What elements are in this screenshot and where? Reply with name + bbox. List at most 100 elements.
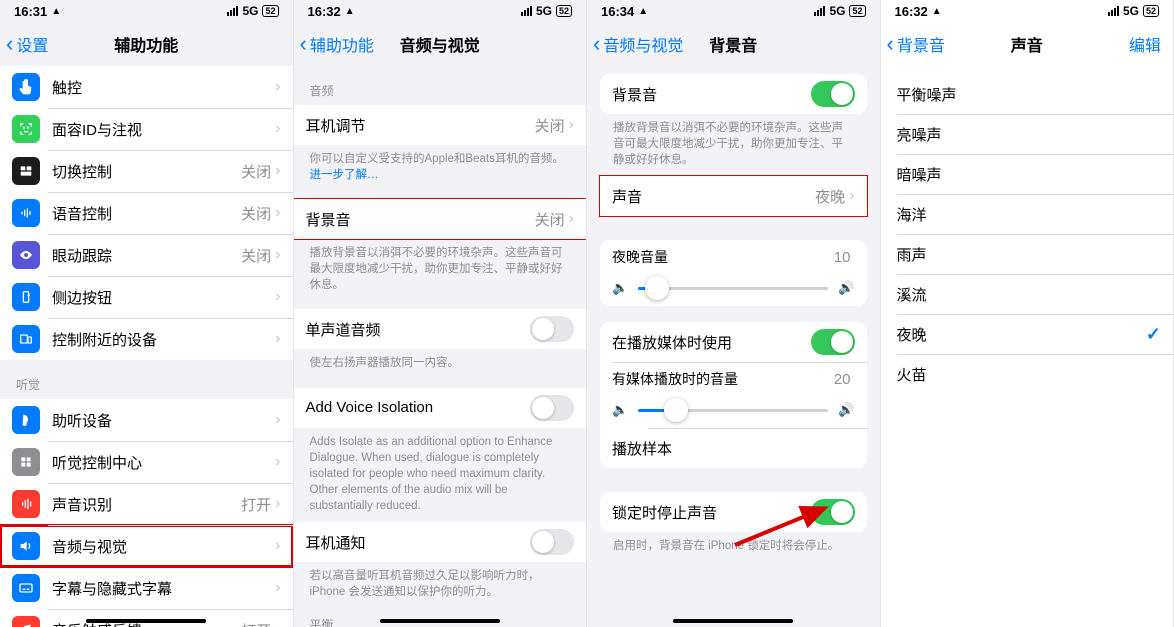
row-subtitles[interactable]: 字幕与隐藏式字幕 › <box>0 567 293 609</box>
home-indicator[interactable] <box>673 619 793 623</box>
sound-option-label: 平衡噪声 <box>897 84 1162 105</box>
edit-button[interactable]: 编辑 <box>1129 32 1161 56</box>
screen-sound-picker: 16:32 ▲ 5G 52 ‹ 背景音 声音 编辑 平衡噪声亮噪声暗噪声海洋雨声… <box>881 0 1174 627</box>
row-hearing-devices[interactable]: 助听设备 › <box>0 399 293 441</box>
media-volume-slider[interactable]: 🔈 🔊 <box>612 402 855 418</box>
chevron-left-icon: ‹ <box>300 33 307 55</box>
row-sound-recognition[interactable]: 声音识别 打开 › <box>0 483 293 525</box>
page-title: 音频与视觉 <box>400 32 480 56</box>
sound-option[interactable]: 雨声 <box>881 234 1174 274</box>
side-button-icon <box>12 283 40 311</box>
bg-sounds-toggle[interactable] <box>811 81 855 107</box>
row-music-haptics[interactable]: 音乐触感反馈 打开 › <box>0 609 293 627</box>
nav-bar: ‹ 设置 辅助功能 <box>0 22 293 66</box>
signal-icon <box>227 6 238 16</box>
row-side-button[interactable]: 侧边按钮 › <box>0 276 293 318</box>
back-button[interactable]: ‹ 背景音 <box>881 32 945 56</box>
clock: 16:31 <box>14 4 47 19</box>
status-bar: 16:32 ▲ 5G 52 <box>881 0 1174 22</box>
row-touch[interactable]: 触控 › <box>0 66 293 108</box>
home-indicator[interactable] <box>380 619 500 623</box>
network-label: 5G <box>242 4 258 18</box>
back-button[interactable]: ‹ 音频与视觉 <box>587 32 683 56</box>
lock-desc: 启用时，背景音在 iPhone 锁定时将会停止。 <box>587 532 880 554</box>
sound-option[interactable]: 平衡噪声 <box>881 74 1174 114</box>
mono-desc: 使左右扬声器播放同一内容。 <box>294 349 587 371</box>
row-bg-toggle[interactable]: 背景音 <box>600 74 867 114</box>
row-audio-visual[interactable]: 音频与视觉 › <box>0 525 293 567</box>
sound-option-label: 暗噪声 <box>897 164 1162 185</box>
chevron-right-icon: › <box>275 78 280 96</box>
page-title: 背景音 <box>709 32 757 56</box>
switch-control-icon <box>12 157 40 185</box>
row-voice-control[interactable]: 语音控制 关闭 › <box>0 192 293 234</box>
chevron-left-icon: ‹ <box>6 33 13 55</box>
sound-option-label: 夜晚 <box>897 324 1146 345</box>
row-headphone-accom[interactable]: 耳机调节 关闭 › <box>294 105 587 145</box>
sound-option-label: 溪流 <box>897 284 1162 305</box>
page-title: 辅助功能 <box>114 32 178 56</box>
sound-option[interactable]: 亮噪声 <box>881 114 1174 154</box>
sound-list: 平衡噪声亮噪声暗噪声海洋雨声溪流夜晚✓ 火苗 <box>881 74 1174 394</box>
row-voice-isolation[interactable]: Add Voice Isolation <box>294 388 587 428</box>
audio-visual-icon <box>12 532 40 560</box>
sound-option[interactable]: 火苗 <box>881 354 1174 394</box>
nav-bar: ‹ 辅助功能 音频与视觉 <box>294 22 587 66</box>
voice-control-icon <box>12 199 40 227</box>
back-label: 设置 <box>16 32 48 56</box>
screen-audio-visual: 16:32 ▲ 5G 52 ‹ 辅助功能 音频与视觉 音频 耳机调节 关闭 › … <box>294 0 588 627</box>
back-button[interactable]: ‹ 设置 <box>0 32 48 56</box>
night-volume-slider[interactable]: 🔈 🔊 <box>612 280 855 296</box>
control-center-icon <box>12 448 40 476</box>
use-media-toggle[interactable] <box>811 329 855 355</box>
back-button[interactable]: ‹ 辅助功能 <box>294 32 374 56</box>
headphone-notif-desc: 若以高音量听耳机音频过久足以影响听力时，iPhone 会发送通知以保护你的听力。 <box>294 562 587 600</box>
row-use-with-media[interactable]: 在播放媒体时使用 <box>600 322 867 362</box>
touch-icon <box>12 73 40 101</box>
row-media-volume: 有媒体播放时的音量 20 <box>600 362 867 396</box>
row-background-sounds[interactable]: 背景音 关闭 › <box>294 199 587 239</box>
speaker-high-icon: 🔊 <box>838 402 854 418</box>
checkmark-icon: ✓ <box>1146 324 1161 345</box>
isolation-toggle[interactable] <box>530 395 574 421</box>
row-night-volume: 夜晚音量 10 <box>600 240 867 274</box>
nav-bar: ‹ 音频与视觉 背景音 <box>587 22 880 66</box>
screen-background-sounds: 16:34 ▲ 5G 52 ‹ 音频与视觉 背景音 背景音 播放背景音以消弭不必… <box>587 0 881 627</box>
learn-more-link[interactable]: 进一步了解… <box>310 169 379 181</box>
page-title: 声音 <box>1011 32 1043 56</box>
headphone-notif-toggle[interactable] <box>530 529 574 555</box>
section-hearing: 听觉 <box>0 360 293 399</box>
headphone-desc: 你可以自定义受支持的Apple和Beats耳机的音频。进一步了解… <box>294 145 587 183</box>
row-sound-choice[interactable]: 声音 夜晚 › <box>600 176 867 216</box>
sound-option[interactable]: 溪流 <box>881 274 1174 314</box>
row-nearby-devices[interactable]: 控制附近的设备 › <box>0 318 293 360</box>
home-indicator[interactable] <box>86 619 206 623</box>
row-headphone-notifications[interactable]: 耳机通知 <box>294 522 587 562</box>
battery-number: 52 <box>262 5 278 17</box>
stop-on-lock-toggle[interactable] <box>811 499 855 525</box>
sound-option[interactable]: 海洋 <box>881 194 1174 234</box>
status-bar: 16:32 ▲ 5G 52 <box>294 0 587 22</box>
sound-option-label: 雨声 <box>897 244 1162 265</box>
mono-toggle[interactable] <box>530 316 574 342</box>
status-bar: 16:31 ▲ 5G 52 <box>0 0 293 22</box>
sound-option[interactable]: 暗噪声 <box>881 154 1174 194</box>
section-audio: 音频 <box>294 66 587 105</box>
row-mono-audio[interactable]: 单声道音频 <box>294 309 587 349</box>
row-eye-tracking[interactable]: 眼动跟踪 关闭 › <box>0 234 293 276</box>
row-play-sample[interactable]: 播放样本 <box>600 428 867 468</box>
row-hearing-control[interactable]: 听觉控制中心 › <box>0 441 293 483</box>
chevron-left-icon: ‹ <box>887 33 894 55</box>
status-bar: 16:34 ▲ 5G 52 <box>587 0 880 22</box>
row-stop-on-lock[interactable]: 锁定时停止声音 <box>600 492 867 532</box>
sound-option-label: 亮噪声 <box>897 124 1162 145</box>
music-haptic-icon <box>12 616 40 627</box>
sound-option-label: 海洋 <box>897 204 1162 225</box>
row-switch-control[interactable]: 切换控制 关闭 › <box>0 150 293 192</box>
row-faceid[interactable]: 面容ID与注视 › <box>0 108 293 150</box>
sound-option[interactable]: 夜晚✓ <box>881 314 1174 354</box>
sound-recog-icon <box>12 490 40 518</box>
screen-accessibility: 16:31 ▲ 5G 52 ‹ 设置 辅助功能 触控 › 面容ID与注视 › 切… <box>0 0 294 627</box>
sound-option-label: 火苗 <box>897 364 1162 385</box>
ear-icon <box>12 406 40 434</box>
